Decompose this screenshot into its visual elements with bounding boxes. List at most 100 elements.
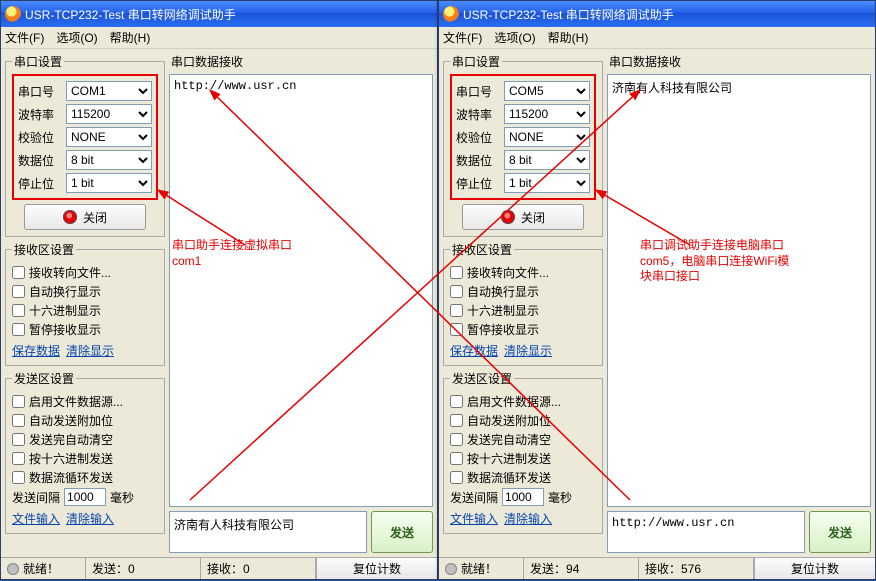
close-port-button[interactable]: 关闭 [462, 204, 584, 230]
legend-recv: 接收区设置 [12, 241, 76, 258]
combo-stop[interactable]: 1 bit [504, 173, 590, 193]
annotation-left: 串口助手连接虚拟串口 com1 [172, 238, 292, 269]
group-serial-settings: 串口设置 串口号COM5 波特率115200 校验位NONE 数据位8 bit … [443, 53, 603, 237]
status-send-value: 94 [566, 562, 579, 576]
combo-stop[interactable]: 1 bit [66, 173, 152, 193]
chk-pause-display[interactable] [450, 323, 463, 336]
combo-baud[interactable]: 115200 [504, 104, 590, 124]
chk-hex-send[interactable] [450, 452, 463, 465]
send-button[interactable]: 发送 [371, 511, 433, 553]
combo-port[interactable]: COM5 [504, 81, 590, 101]
status-send-value: 0 [128, 562, 135, 576]
legend-recv: 接收区设置 [450, 241, 514, 258]
group-recv-settings: 接收区设置 接收转向文件... 自动换行显示 十六进制显示 暂停接收显示 保存数… [5, 241, 165, 366]
lbl-redirect-file: 接收转向文件... [467, 264, 549, 281]
lbl-auto-clear: 发送完自动清空 [29, 431, 113, 448]
lbl-hex-send: 按十六进制发送 [29, 450, 113, 467]
lbl-auto-append: 自动发送附加位 [467, 412, 551, 429]
chk-loop-send[interactable] [450, 471, 463, 484]
menu-file[interactable]: 文件(F) [5, 29, 44, 46]
lbl-redirect-file: 接收转向文件... [29, 264, 111, 281]
recv-textarea[interactable]: http://www.usr.cn [169, 74, 433, 507]
serial-params-highlight: 串口号COM5 波特率115200 校验位NONE 数据位8 bit 停止位1 … [450, 74, 596, 200]
serial-params-highlight: 串口号 COM1 波特率 115200 校验位 NONE 数据位 8 bit [12, 74, 158, 200]
chk-pause-display[interactable] [12, 323, 25, 336]
combo-port[interactable]: COM1 [66, 81, 152, 101]
lbl-file-source: 启用文件数据源... [29, 393, 123, 410]
record-icon [63, 210, 77, 224]
chk-auto-append[interactable] [12, 414, 25, 427]
lbl-hex-send: 按十六进制发送 [467, 450, 551, 467]
lbl-hex-display: 十六进制显示 [467, 302, 539, 319]
legend-send: 发送区设置 [12, 370, 76, 387]
menubar: 文件(F) 选项(O) 帮助(H) [439, 27, 875, 49]
link-clear-display[interactable]: 清除显示 [504, 342, 552, 359]
reset-count-button[interactable]: 复位计数 [754, 558, 875, 579]
chk-file-source[interactable] [450, 395, 463, 408]
label-port: 串口号 [456, 83, 500, 100]
legend-serial: 串口设置 [12, 53, 64, 70]
group-recv-settings: 接收区设置 接收转向文件... 自动换行显示 十六进制显示 暂停接收显示 保存数… [443, 241, 603, 366]
lbl-hex-display: 十六进制显示 [29, 302, 101, 319]
lbl-auto-newline: 自动换行显示 [467, 283, 539, 300]
combo-baud[interactable]: 115200 [66, 104, 152, 124]
link-file-input[interactable]: 文件输入 [12, 510, 60, 527]
recv-textarea[interactable]: 济南有人科技有限公司 [607, 74, 871, 507]
link-save-data[interactable]: 保存数据 [12, 342, 60, 359]
status-ready-icon [445, 563, 457, 575]
status-ready-icon [7, 563, 19, 575]
titlebar[interactable]: USR-TCP232-Test 串口转网络调试助手 [1, 1, 437, 27]
chk-file-source[interactable] [12, 395, 25, 408]
link-save-data[interactable]: 保存数据 [450, 342, 498, 359]
chk-hex-send[interactable] [12, 452, 25, 465]
combo-data[interactable]: 8 bit [504, 150, 590, 170]
chk-hex-display[interactable] [12, 304, 25, 317]
status-ready: 就绪！ [23, 560, 59, 577]
app-window-right: USR-TCP232-Test 串口转网络调试助手 文件(F) 选项(O) 帮助… [438, 0, 876, 580]
combo-parity[interactable]: NONE [66, 127, 152, 147]
menu-file[interactable]: 文件(F) [443, 29, 482, 46]
app-icon [5, 6, 21, 22]
reset-count-button[interactable]: 复位计数 [316, 558, 437, 579]
link-clear-display[interactable]: 清除显示 [66, 342, 114, 359]
send-textarea[interactable]: http://www.usr.cn [607, 511, 805, 553]
chk-auto-newline[interactable] [450, 285, 463, 298]
chk-auto-append[interactable] [450, 414, 463, 427]
menu-options[interactable]: 选项(O) [56, 29, 97, 46]
statusbar: 就绪！ 发送：0 接收：0 复位计数 [1, 557, 437, 579]
menu-help[interactable]: 帮助(H) [548, 29, 589, 46]
chk-auto-clear[interactable] [12, 433, 25, 446]
group-serial-settings: 串口设置 串口号 COM1 波特率 115200 校验位 NONE [5, 53, 165, 237]
titlebar[interactable]: USR-TCP232-Test 串口转网络调试助手 [439, 1, 875, 27]
menu-help[interactable]: 帮助(H) [110, 29, 151, 46]
send-button[interactable]: 发送 [809, 511, 871, 553]
status-recv-value: 576 [681, 562, 701, 576]
chk-auto-clear[interactable] [450, 433, 463, 446]
status-recv-label: 接收： [207, 560, 243, 577]
chk-redirect-file[interactable] [12, 266, 25, 279]
close-port-label: 关闭 [83, 209, 107, 226]
chk-redirect-file[interactable] [450, 266, 463, 279]
lbl-loop-send: 数据流循环发送 [29, 469, 113, 486]
link-clear-input[interactable]: 清除输入 [66, 510, 114, 527]
close-port-button[interactable]: 关闭 [24, 204, 146, 230]
app-window-left: USR-TCP232-Test 串口转网络调试助手 文件(F) 选项(O) 帮助… [0, 0, 438, 580]
statusbar: 就绪！ 发送：94 接收：576 复位计数 [439, 557, 875, 579]
send-textarea[interactable]: 济南有人科技有限公司 [169, 511, 367, 553]
input-interval[interactable] [64, 488, 106, 506]
chk-auto-newline[interactable] [12, 285, 25, 298]
lbl-interval-prefix: 发送间隔 [12, 489, 60, 506]
group-send-settings: 发送区设置 启用文件数据源... 自动发送附加位 发送完自动清空 按十六进制发送… [443, 370, 603, 534]
label-data: 数据位 [18, 152, 62, 169]
link-file-input[interactable]: 文件输入 [450, 510, 498, 527]
menu-options[interactable]: 选项(O) [494, 29, 535, 46]
status-send-label: 发送： [530, 560, 566, 577]
link-clear-input[interactable]: 清除输入 [504, 510, 552, 527]
input-interval[interactable] [502, 488, 544, 506]
lbl-pause-display: 暂停接收显示 [29, 321, 101, 338]
label-stop: 停止位 [456, 175, 500, 192]
combo-parity[interactable]: NONE [504, 127, 590, 147]
chk-hex-display[interactable] [450, 304, 463, 317]
combo-data[interactable]: 8 bit [66, 150, 152, 170]
chk-loop-send[interactable] [12, 471, 25, 484]
